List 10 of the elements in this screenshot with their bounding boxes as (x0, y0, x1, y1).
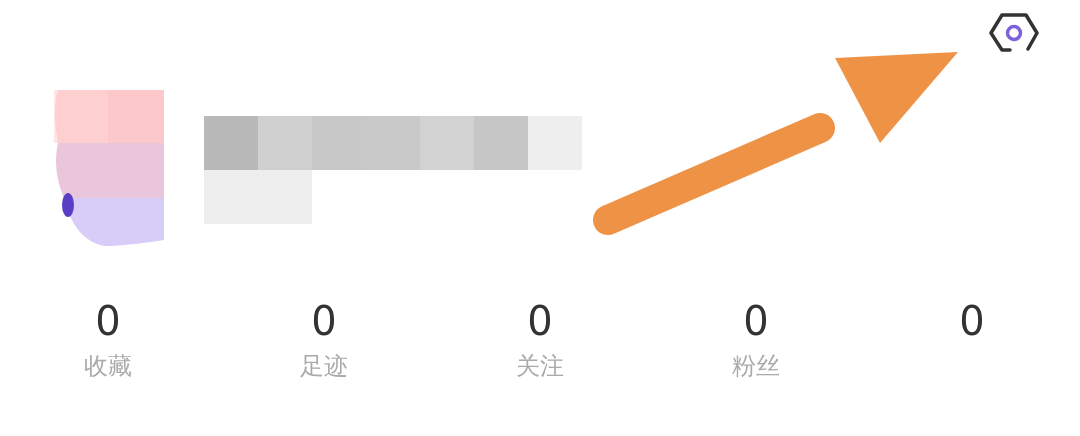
stat-value: 0 (311, 298, 337, 344)
stat-label[interactable]: 粉丝 (732, 350, 780, 382)
stat-label[interactable]: 足迹 (300, 350, 348, 382)
stat-value: 0 (95, 298, 121, 344)
stat-label[interactable]: 关注 (516, 350, 564, 382)
stat-value: 0 (959, 298, 985, 344)
stat-value: 0 (527, 298, 553, 344)
stat-value: 0 (743, 298, 769, 344)
stat-label[interactable]: 收藏 (84, 350, 132, 382)
settings-icon[interactable] (988, 12, 1040, 54)
